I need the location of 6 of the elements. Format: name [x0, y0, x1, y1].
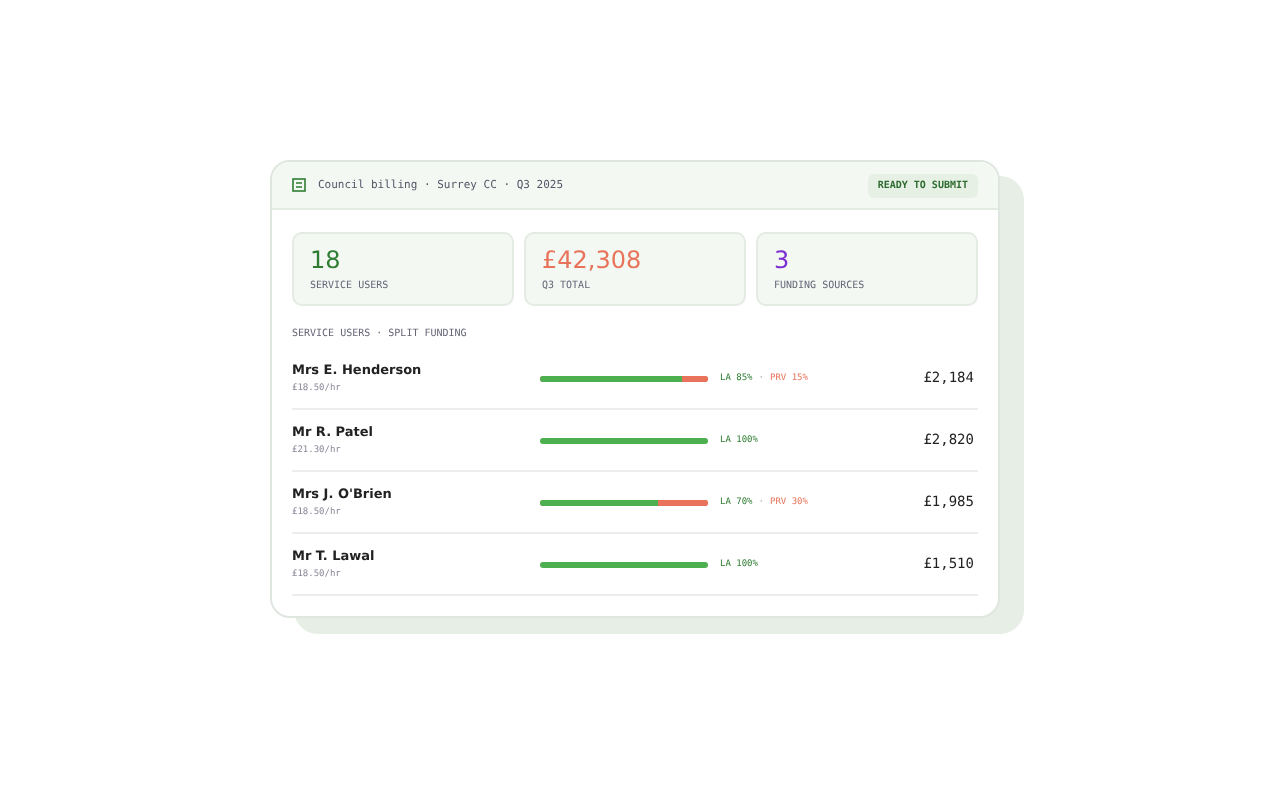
stat-value: 3 — [774, 246, 792, 274]
stat-value: £42,308 — [542, 246, 644, 274]
private-share-fill — [682, 375, 708, 381]
private-share-fill — [657, 499, 708, 505]
stat-value: 18 — [310, 246, 343, 274]
document-icon — [292, 178, 306, 192]
